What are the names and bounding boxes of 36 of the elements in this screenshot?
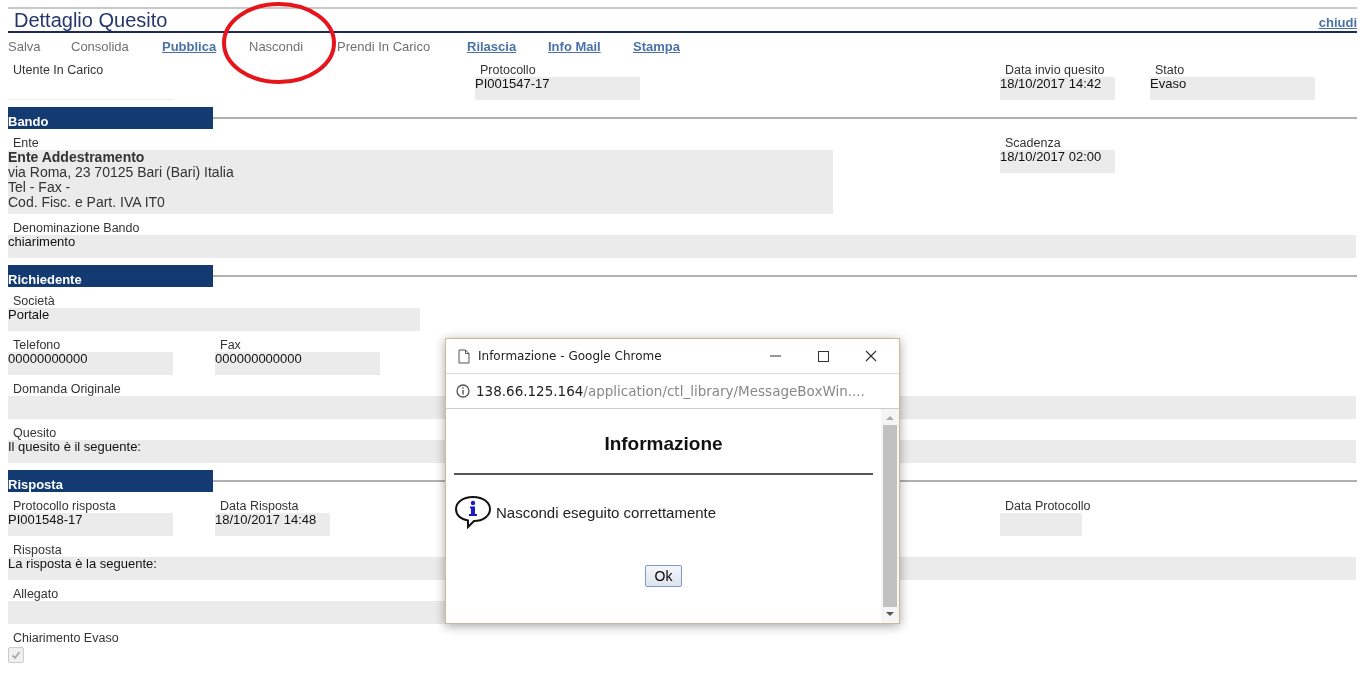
field-label: Chiarimento Evaso (12, 631, 119, 645)
field-label: Ente (12, 136, 39, 150)
section-header: Richiedente (8, 265, 213, 287)
field-label: Risposta (12, 543, 62, 557)
dialog-message: Nascondi eseguito correttamente (496, 503, 717, 521)
value-field: 000000000000 (215, 352, 380, 375)
field-label: Utente In Carico (12, 63, 104, 77)
value-field: 18/10/2017 14:48 (215, 513, 330, 536)
field-label: Data Risposta (219, 499, 299, 513)
field-label: Data Protocollo (1004, 499, 1091, 513)
section-header: Risposta (8, 470, 213, 492)
value-field: PI001548-17 (8, 513, 173, 536)
section-header: Bando (8, 107, 213, 129)
field-label: Data invio quesito (1004, 63, 1105, 77)
dialog-heading: Informazione (604, 433, 723, 455)
value-field: 18/10/2017 14:42 (1000, 77, 1115, 100)
value-field: 00000000000 (8, 352, 173, 375)
field-label: Denominazione Bando (12, 221, 140, 235)
value-field: chiarimento (8, 235, 1356, 258)
field-label: Protocollo (479, 63, 536, 77)
value-field: 18/10/2017 02:00 (1000, 150, 1115, 173)
field-label: Protocollo risposta (12, 499, 116, 513)
address-field: Ente Addestramento via Roma, 23 70125 Bari (Bari) Italia Tel - Fax - Cod. Fisc. e Part. IVA IT0 (8, 150, 833, 214)
page-title: Dettaglio Quesito (13, 9, 168, 31)
field-label: Società (12, 294, 55, 308)
value-field: Evaso (1150, 77, 1315, 100)
field-label: Quesito (12, 426, 57, 440)
window-title: Informazione - Google Chrome (478, 349, 663, 363)
field-label: Stato (1154, 63, 1185, 77)
field-label: Allegato (12, 587, 59, 601)
field-label: Scadenza (1004, 136, 1061, 150)
value-field: PI001547-17 (475, 77, 640, 100)
field-label: Telefono (12, 338, 61, 352)
field-label: Fax (219, 338, 241, 352)
field-label: Domanda Originale (12, 382, 121, 396)
value-field: Portale (8, 308, 420, 331)
